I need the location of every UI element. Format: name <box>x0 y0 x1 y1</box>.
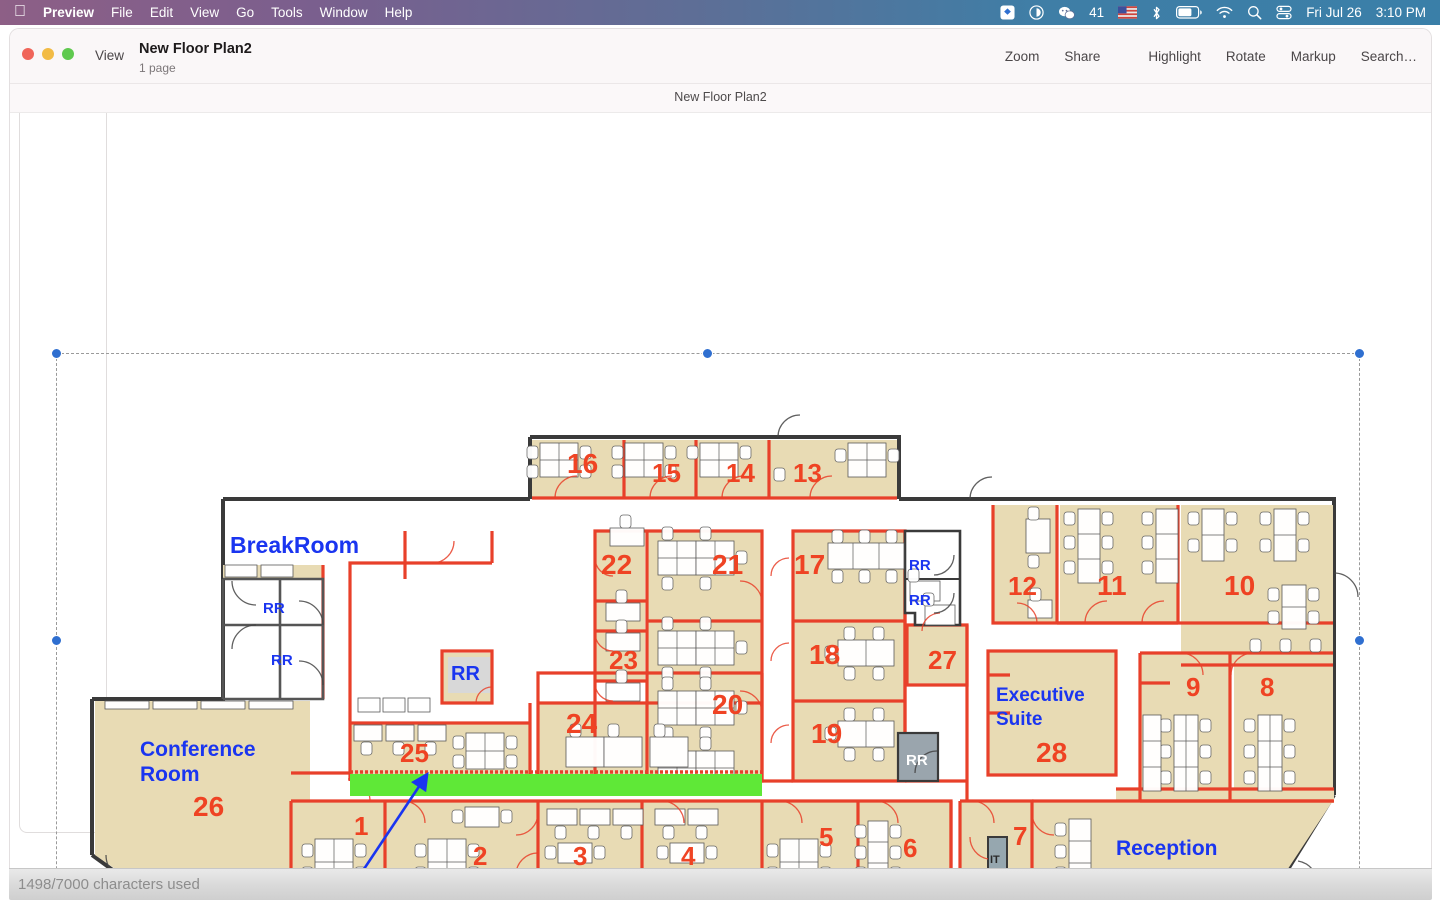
page-title-bar: New Floor Plan2 <box>10 84 1431 113</box>
bluetooth-icon[interactable] <box>1151 5 1162 21</box>
menubar-time[interactable]: 3:10 PM <box>1376 5 1426 20</box>
selection-handle-middle-right[interactable] <box>1354 635 1365 646</box>
menu-item-edit[interactable]: Edit <box>150 5 173 20</box>
menubar-date[interactable]: Fri Jul 26 <box>1306 5 1362 20</box>
window-titlebar: View New Floor Plan2 1 page Zoom Share H… <box>10 29 1431 84</box>
menu-item-go[interactable]: Go <box>236 5 254 20</box>
menu-item-tools[interactable]: Tools <box>271 5 303 20</box>
status-bar: 1498/7000 characters used <box>9 868 1432 900</box>
selection-handle-top-right[interactable] <box>1354 348 1365 359</box>
toolbar-actions: Zoom Share Highlight Rotate Markup Searc… <box>999 47 1423 66</box>
wechat-icon[interactable] <box>1058 5 1075 20</box>
wifi-icon[interactable] <box>1216 6 1233 19</box>
window-controls <box>22 48 74 60</box>
preview-window: View New Floor Plan2 1 page Zoom Share H… <box>9 28 1432 868</box>
menu-item-window[interactable]: Window <box>320 5 368 20</box>
menu-bar-status-area: 41 Fri Jul 26 3:10 PM <box>1000 5 1440 21</box>
search-toolbar-button[interactable]: Search… <box>1355 47 1423 66</box>
menu-bar-left:  Preview File Edit View Go Tools Window… <box>0 3 413 21</box>
document-page-count: 1 page <box>139 61 176 75</box>
menu-item-help[interactable]: Help <box>385 5 413 20</box>
battery-icon[interactable] <box>1176 6 1202 19</box>
close-button[interactable] <box>22 48 34 60</box>
highlight-toolbar-button[interactable]: Highlight <box>1142 47 1207 66</box>
menu-item-file[interactable]: File <box>111 5 133 20</box>
menu-item-preview[interactable]: Preview <box>43 5 94 20</box>
document-canvas[interactable]: BreakRoom Conference Room Executive Suit… <box>10 113 1431 868</box>
wechat-unread-count: 41 <box>1089 5 1105 20</box>
rotate-toolbar-button[interactable]: Rotate <box>1220 47 1272 66</box>
us-flag-input-icon[interactable] <box>1118 6 1138 19</box>
selection-handle-middle-left[interactable] <box>51 635 62 646</box>
control-center-icon[interactable] <box>1276 5 1292 20</box>
document-title: New Floor Plan2 <box>139 41 252 57</box>
share-toolbar-button[interactable]: Share <box>1058 47 1106 66</box>
menu-item-view[interactable]: View <box>190 5 219 20</box>
selection-handle-top-center[interactable] <box>702 348 713 359</box>
minimize-button[interactable] <box>42 48 54 60</box>
view-button[interactable]: View <box>95 48 124 63</box>
spotlight-search-icon[interactable] <box>1247 5 1262 20</box>
selection-handle-top-left[interactable] <box>51 348 62 359</box>
page-title: New Floor Plan2 <box>674 90 767 104</box>
selection-frame[interactable] <box>51 348 1365 868</box>
macos-menu-bar:  Preview File Edit View Go Tools Window… <box>0 0 1440 25</box>
do-not-disturb-icon[interactable] <box>1029 5 1044 20</box>
apple-logo-icon[interactable]:  <box>14 3 26 20</box>
markup-toolbar-button[interactable]: Markup <box>1285 47 1342 66</box>
zoom-toolbar-button[interactable]: Zoom <box>999 47 1046 66</box>
zoom-button[interactable] <box>62 48 74 60</box>
character-count-text: 1498/7000 characters used <box>18 876 200 893</box>
dropbox-icon[interactable] <box>1000 5 1015 20</box>
